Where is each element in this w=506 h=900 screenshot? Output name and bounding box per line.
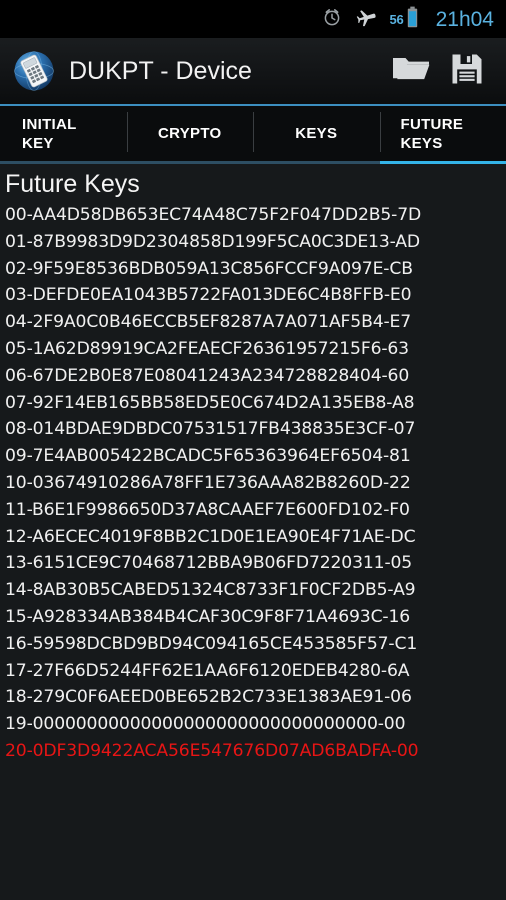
tab-bar: INITIAL KEY CRYPTO KEYS FUTURE KEYS bbox=[0, 106, 506, 164]
status-bar-clock: 21h04 bbox=[435, 7, 494, 31]
tab-future-keys-label: FUTURE KEYS bbox=[400, 115, 464, 152]
key-line: 00-AA4D58DB653EC74A48C75F2F047DD2B5-7D bbox=[5, 205, 422, 225]
key-line: 03-DEFDE0EA1043B5722FA013DE6C4B8FFB-E0 bbox=[5, 285, 412, 306]
key-line: 17-27F66D5244FF62E1AA6F6120EDEB4280-6A bbox=[5, 660, 410, 681]
battery-icon bbox=[407, 6, 418, 33]
key-line: 13-6151CE9C70468712BBA9B06FD7220311-05 bbox=[5, 553, 413, 574]
tab-crypto[interactable]: CRYPTO bbox=[126, 106, 253, 164]
battery-percent-label: 56 bbox=[389, 11, 404, 27]
key-line: 14-8AB30B5CABED51324C8733F1F0CF2DB5-A9 bbox=[5, 580, 416, 601]
open-folder-button[interactable] bbox=[388, 48, 434, 94]
battery-status: 56 bbox=[390, 6, 418, 33]
tab-crypto-label: CRYPTO bbox=[158, 125, 222, 142]
key-line: 04-2F9A0C0B46ECCB5EF8287A7A071AF5B4-E7 bbox=[5, 312, 412, 333]
key-line: 07-92F14EB165BB58ED5E0C674D2A135EB8-A8 bbox=[5, 392, 415, 413]
open-folder-icon bbox=[391, 53, 431, 90]
key-line: 08-014BDAE9DBDC07531517FB438835E3CF-07 bbox=[5, 419, 416, 440]
airplane-mode-icon bbox=[356, 7, 376, 32]
key-line: 20-0DF3D9422ACA56E547676D07AD6BADFA-00 bbox=[5, 740, 419, 761]
save-button[interactable] bbox=[444, 48, 490, 94]
future-keys-list: 00-AA4D58DB653EC74A48C75F2F047DD2B5-7D 01… bbox=[4, 202, 506, 765]
tab-initial-key[interactable]: INITIAL KEY bbox=[0, 106, 127, 164]
alarm-clock-icon bbox=[322, 7, 342, 32]
app-screen: 56 21h04 DUKPT - Device INITIAL KEY CRYP… bbox=[0, 0, 506, 900]
tab-future-keys[interactable]: FUTURE KEYS bbox=[379, 106, 506, 164]
tab-keys[interactable]: KEYS bbox=[253, 106, 380, 164]
status-bar-icons: 56 21h04 bbox=[322, 6, 494, 33]
app-title: DUKPT - Device bbox=[69, 56, 252, 85]
key-line: 16-59598DCBD9BD94C094165CE453585F57-C1 bbox=[5, 633, 418, 654]
key-line: 11-B6E1F9986650D37A8CAAEF7E600FD102-F0 bbox=[5, 499, 410, 520]
key-line: 02-9F59E8536BDB059A13C856FCCF9A097E-CB bbox=[5, 258, 413, 279]
future-keys-panel[interactable]: Future Keys 00-AA4D58DB653EC74A48C75F2F0… bbox=[0, 164, 506, 900]
action-bar: DUKPT - Device bbox=[0, 38, 506, 104]
key-line: 09-7E4AB005422BCADC5F65363964EF6504-81 bbox=[5, 446, 411, 467]
status-bar: 56 21h04 bbox=[0, 0, 506, 38]
tab-initial-key-label: INITIAL KEY bbox=[22, 115, 77, 152]
save-disk-icon bbox=[450, 52, 484, 91]
key-line: 15-A928334AB384B4CAF30C9F8F71A4693C-16 bbox=[5, 606, 411, 627]
page-title: Future Keys bbox=[5, 170, 140, 198]
key-line: 18-279C0F6AEED0BE652B2C733E1383AE91-06 bbox=[5, 687, 412, 708]
key-line: 01-87B9983D9D2304858D199F5CA0C3DE13-AD bbox=[5, 231, 420, 252]
key-line: 06-67DE2B0E87E08041243A234728828404-60 bbox=[5, 365, 410, 386]
key-line: 05-1A62D89919CA2FEAECF26361957215F6-63 bbox=[5, 338, 409, 359]
tab-keys-label: KEYS bbox=[295, 125, 338, 142]
key-line: 10-03674910286A78FF1E736AAA82B8260D-22 bbox=[5, 472, 411, 493]
key-line: 12-A6ECEC4019F8BB2C1D0E1EA90E4F71AE-DC bbox=[5, 526, 416, 547]
dukpt-app-icon bbox=[12, 49, 56, 93]
key-line: 19-00000000000000000000000000000000-00 bbox=[5, 714, 406, 735]
